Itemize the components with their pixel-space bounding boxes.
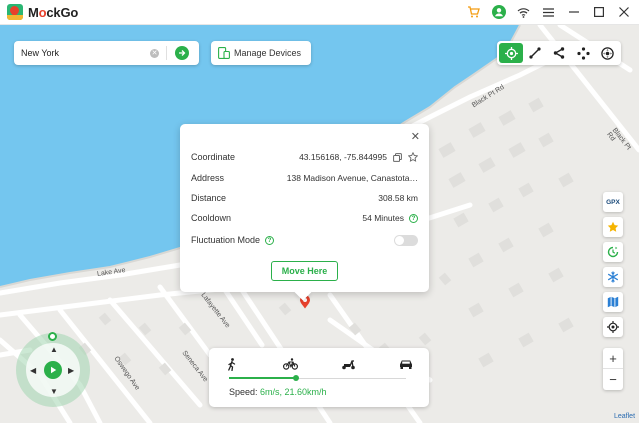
address-value: 138 Madison Avenue, Canastota… [286, 173, 418, 183]
joystick-play-button[interactable] [44, 361, 62, 379]
speed-readout: Speed: 6m/s, 21.60km/h [229, 387, 327, 397]
app-logo: MockGo [7, 4, 78, 20]
multi-spot-route-icon [553, 47, 565, 59]
walk-icon [228, 357, 236, 371]
history-icon [607, 246, 619, 258]
manage-devices-label: Manage Devices [234, 48, 302, 58]
mode-toolbar [497, 41, 621, 65]
distance-row: Distance 308.58 km [191, 191, 418, 205]
address-row: Address 138 Madison Avenue, Canastota… [191, 171, 418, 185]
gpx-label: GPX [606, 198, 620, 206]
speed-slider-fill [229, 377, 297, 379]
locate-icon [607, 321, 619, 333]
location-info-popup: ✕ Coordinate 43.156168, -75.844995 Addre… [180, 124, 429, 301]
fluctuation-help-icon[interactable]: ? [265, 235, 275, 245]
arrow-right-icon [179, 50, 186, 56]
distance-value: 308.58 km [378, 193, 418, 203]
snowflake-icon [607, 271, 619, 283]
joystick-mode-button[interactable] [595, 43, 619, 63]
teleport-mode-button[interactable] [499, 43, 523, 63]
joystick-icon [600, 46, 614, 60]
crosshair-icon [504, 46, 518, 60]
address-label: Address [191, 173, 225, 183]
speed-value: 6m/s, 21.60km/h [260, 387, 327, 397]
cooldown-row: Cooldown 54 Minutes ? [191, 211, 418, 225]
two-spot-route-icon [529, 47, 541, 59]
cart-icon[interactable] [461, 0, 486, 25]
coordinate-row: Coordinate 43.156168, -75.844995 [191, 150, 418, 164]
search-input[interactable] [21, 48, 141, 58]
star-icon [607, 221, 619, 232]
cooldown-button[interactable] [603, 267, 623, 287]
arrow-right-icon[interactable]: ▶ [68, 366, 74, 375]
zoom-out-button[interactable]: − [603, 369, 623, 390]
fluctuation-label: Fluctuation Mode [191, 235, 261, 245]
gpx-button[interactable]: GPX [603, 192, 623, 212]
bike-icon [282, 358, 298, 370]
arrow-up-icon[interactable]: ▲ [50, 345, 58, 354]
coordinate-label: Coordinate [191, 152, 236, 162]
leaflet-attribution[interactable]: Leaflet [614, 413, 635, 420]
close-popup-icon[interactable]: ✕ [411, 130, 420, 143]
fluctuation-row: Fluctuation Mode ? [191, 233, 418, 247]
scooter-icon [341, 360, 355, 370]
favorite-star-icon[interactable] [408, 152, 418, 162]
cooldown-label: Cooldown [191, 213, 232, 223]
history-button[interactable] [603, 242, 623, 262]
mockgo-logo-icon [7, 4, 23, 20]
fluctuation-toggle[interactable] [394, 234, 418, 246]
jump-points-icon [576, 46, 590, 60]
car-icon [400, 360, 412, 369]
arrow-left-icon[interactable]: ◀ [30, 366, 36, 375]
speed-slider-handle[interactable] [293, 375, 300, 381]
title-bar: MockGo [0, 0, 639, 25]
menu-icon[interactable] [536, 0, 561, 25]
zoom-in-button[interactable]: + [603, 348, 623, 369]
walk-mode-button[interactable] [221, 356, 243, 372]
jump-teleport-button[interactable] [571, 43, 595, 63]
coordinate-value: 43.156168, -75.844995 [299, 152, 387, 162]
car-mode-button[interactable] [395, 356, 417, 372]
search-box: ✕ [14, 41, 199, 65]
cooldown-value: 54 Minutes [362, 213, 404, 223]
clear-icon[interactable]: ✕ [150, 48, 159, 58]
minimize-icon[interactable] [561, 0, 586, 25]
map-icon [607, 296, 619, 308]
locate-me-button[interactable] [603, 317, 623, 337]
account-icon[interactable] [486, 0, 511, 25]
arrow-down-icon[interactable]: ▼ [50, 387, 58, 396]
joystick-direction-handle[interactable] [48, 332, 57, 341]
move-here-button[interactable]: Move Here [271, 261, 338, 281]
manage-devices-button[interactable]: Manage Devices [211, 41, 311, 65]
cooldown-help-icon[interactable]: ? [409, 213, 418, 223]
distance-label: Distance [191, 193, 227, 203]
app-name: MockGo [28, 4, 79, 20]
devices-icon [218, 47, 230, 59]
copy-icon[interactable] [393, 152, 402, 162]
favorites-button[interactable] [603, 217, 623, 237]
joystick[interactable]: ▲ ▼ ◀ ▶ [16, 332, 90, 407]
two-spot-mode-button[interactable] [523, 43, 547, 63]
close-window-icon[interactable] [611, 0, 636, 25]
wifi-icon[interactable] [511, 0, 536, 25]
speed-panel: Speed: 6m/s, 21.60km/h [209, 348, 429, 407]
multi-spot-mode-button[interactable] [547, 43, 571, 63]
zoom-control: + − [603, 348, 623, 390]
maximize-icon[interactable] [586, 0, 611, 25]
search-divider [166, 46, 167, 60]
go-button[interactable] [175, 46, 189, 60]
map-layers-button[interactable] [603, 292, 623, 312]
bike-mode-button[interactable] [279, 356, 301, 372]
play-icon [50, 366, 56, 374]
scooter-mode-button[interactable] [337, 356, 359, 372]
